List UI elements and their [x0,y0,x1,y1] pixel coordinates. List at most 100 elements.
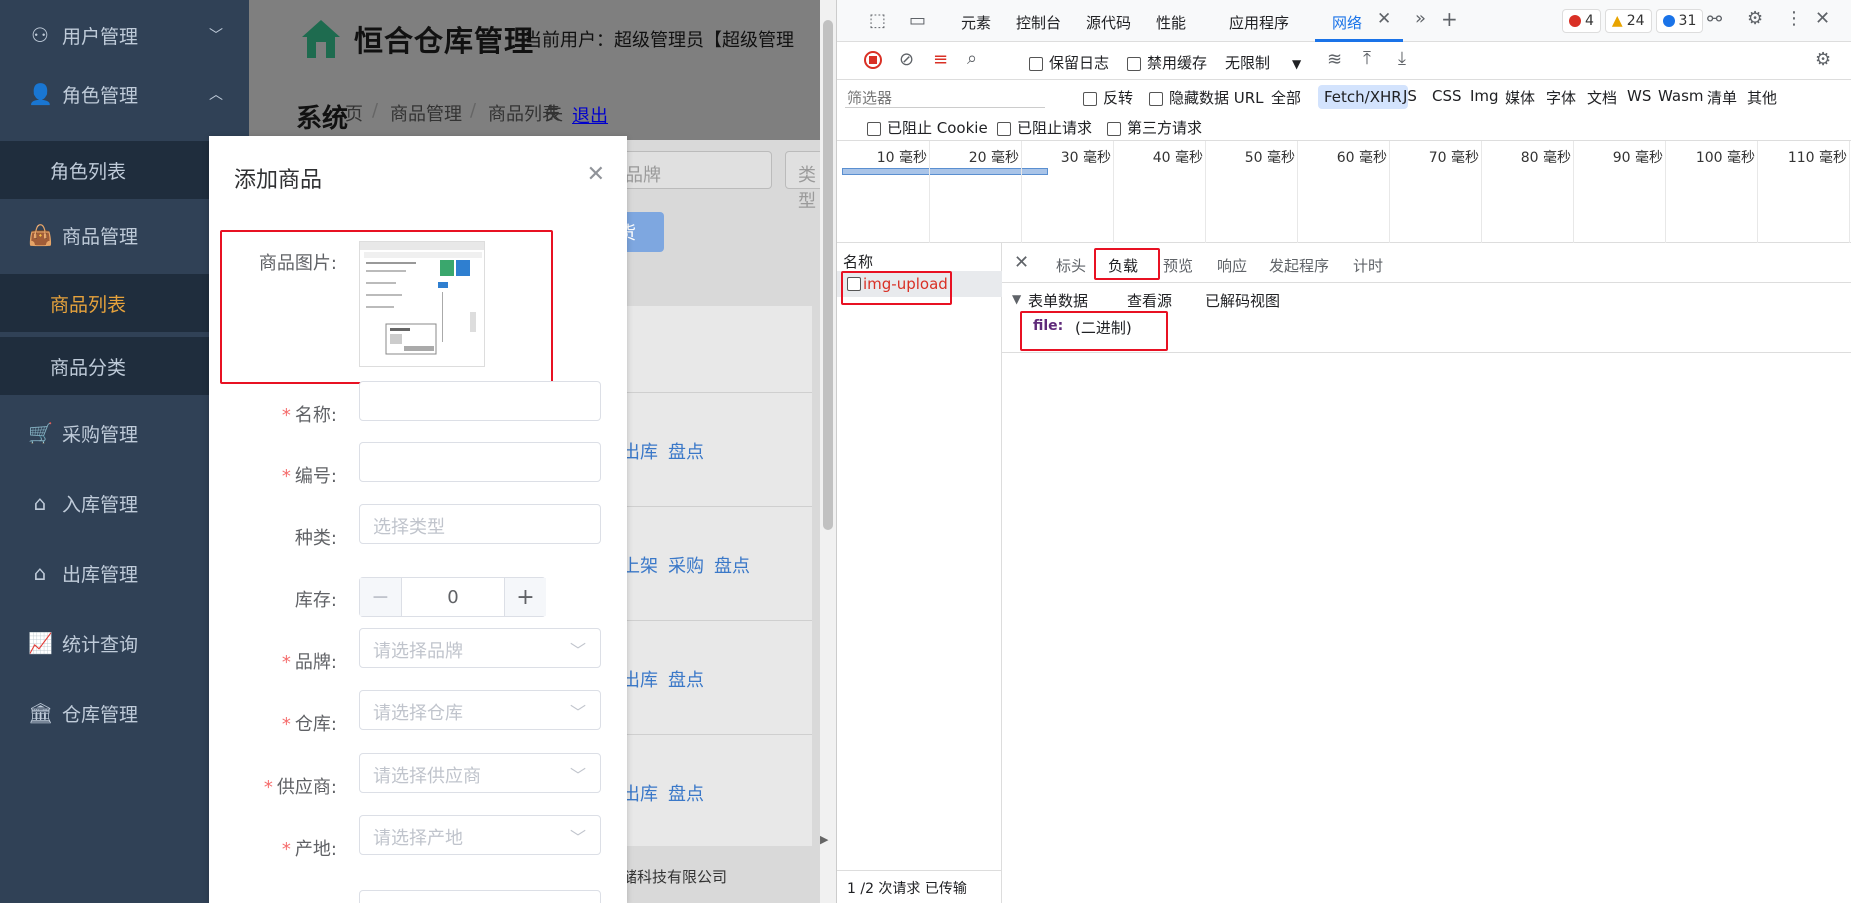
warning-badge[interactable]: ▲ 24 [1604,9,1652,33]
filter-input[interactable]: 筛选器 [845,84,1045,108]
warehouse-select[interactable]: 请选择仓库 ﹀ [359,690,601,730]
op-purchase-link[interactable]: 采购 [668,556,704,577]
close-devtools-icon[interactable]: ✕ [1815,8,1830,29]
type-fetch-xhr[interactable]: Fetch/XHR [1318,85,1408,109]
record-stop-icon[interactable] [864,51,882,69]
third-party-option[interactable]: 第三方请求 [1107,117,1202,138]
checkbox[interactable] [1149,91,1163,106]
decrease-button[interactable]: − [360,578,402,616]
sidebar-item-user-manage[interactable]: ⚇ 用户管理 ﹀ [0,6,249,64]
export-har-icon[interactable]: ⤓ [1398,48,1406,69]
issue-badges[interactable]: 4 ▲ 24 31 [1562,9,1704,33]
page-scrollbar[interactable] [820,0,836,903]
tab-response[interactable]: 响应 [1217,255,1247,276]
brand-select[interactable]: 请选择品牌 ﹀ [359,628,601,668]
collapse-triangle-icon[interactable]: ▼ [1012,292,1021,306]
type-font[interactable]: 字体 [1546,87,1576,108]
op-inventory-link[interactable]: 盘点 [668,784,704,805]
view-source-link[interactable]: 查看源 [1127,290,1172,311]
tab-console[interactable]: 控制台 [1016,12,1061,33]
checkbox[interactable] [997,121,1011,136]
scroll-right-arrow-icon[interactable]: ▶ [820,833,828,846]
name-column-header[interactable]: 名称 [843,251,873,272]
breadcrumb-home[interactable]: 页 [345,100,363,126]
import-har-icon[interactable]: ⤒ [1363,48,1371,69]
table-divider [600,620,812,621]
type-all[interactable]: 全部 [1271,87,1301,108]
checkbox[interactable] [1127,56,1141,71]
more-tabs-icon[interactable]: » [1415,8,1426,29]
network-settings-gear-icon[interactable]: ⚙ [1815,49,1831,70]
type-wasm[interactable]: Wasm [1658,87,1704,105]
logout-link[interactable]: 退出 [572,102,608,128]
increase-button[interactable]: + [504,578,546,616]
next-field-partial[interactable] [359,890,601,903]
tab-application[interactable]: 应用程序 [1229,12,1289,33]
stock-value[interactable]: 0 [402,578,504,616]
blocked-request-option[interactable]: 已阻止请求 [997,117,1092,138]
op-inventory-link[interactable]: 盘点 [714,556,750,577]
invert-option[interactable]: 反转 [1083,87,1133,108]
name-input[interactable] [359,381,601,421]
type-doc[interactable]: 文档 [1587,87,1617,108]
disable-cache-option[interactable]: 禁用缓存 [1127,52,1207,73]
sidebar-item-label: 出库管理 [62,563,139,586]
checkbox[interactable] [1029,56,1043,71]
op-shelve-link[interactable]: 上架 [622,556,658,577]
checkbox[interactable] [867,121,881,136]
type-media[interactable]: 媒体 [1505,87,1535,108]
preserve-log-option[interactable]: 保留日志 [1029,52,1109,73]
op-inventory-link[interactable]: 盘点 [668,670,704,691]
network-timeline[interactable]: 10 毫秒 20 毫秒 30 毫秒 40 毫秒 50 毫秒 60 毫秒 70 毫… [837,141,1851,243]
hide-data-url-option[interactable]: 隐藏数据 URL [1149,87,1264,108]
tab-network[interactable]: 网络 [1332,12,1362,33]
type-select[interactable]: 选择类型 [359,504,601,544]
breadcrumb-goods-manage[interactable]: 商品管理 [390,100,462,126]
kebab-menu-icon[interactable]: ⋮ [1785,8,1803,29]
type-other[interactable]: 其他 [1747,87,1777,108]
checkbox[interactable] [1107,121,1121,136]
tab-performance[interactable]: 性能 [1156,12,1186,33]
op-outbound-link[interactable]: 出库 [622,442,658,463]
scrollbar-thumb[interactable] [823,20,833,530]
filter-icon[interactable]: ≡ [933,49,948,70]
search-icon[interactable]: ⌕ [967,48,977,69]
tab-sources[interactable]: 源代码 [1086,12,1131,33]
blocked-cookie-option[interactable]: 已阻止 Cookie [867,117,988,138]
tab-timing[interactable]: 计时 [1353,255,1383,276]
type-ws[interactable]: WS [1627,87,1651,105]
info-badge[interactable]: 31 [1655,9,1704,33]
close-tab-icon[interactable]: ✕ [1377,9,1391,29]
uploaded-image-thumbnail[interactable] [359,241,485,367]
checkbox[interactable] [1083,91,1097,106]
type-manifest[interactable]: 清单 [1707,87,1737,108]
tab-initiator[interactable]: 发起程序 [1269,255,1329,276]
supplier-select[interactable]: 请选择供应商 ﹀ [359,753,601,793]
op-outbound-link[interactable]: 出库 [622,670,658,691]
wifi-settings-icon[interactable]: ≋ [1327,49,1342,70]
tab-preview[interactable]: 预览 [1163,255,1193,276]
origin-select[interactable]: 请选择产地 ﹀ [359,815,601,855]
code-input[interactable] [359,442,601,482]
add-tab-icon[interactable]: + [1441,7,1458,31]
form-data-section[interactable]: 表单数据 [1028,290,1088,311]
type-js[interactable]: JS [1403,87,1417,105]
type-css[interactable]: CSS [1432,87,1462,105]
tab-headers[interactable]: 标头 [1056,255,1086,276]
clear-icon[interactable]: ⊘ [899,49,914,70]
throttle-select[interactable]: 无限制 ▼ [1225,52,1301,73]
filter-brand-input[interactable]: 品牌 [612,151,772,189]
tab-elements[interactable]: 元素 [961,12,991,33]
connect-icon[interactable]: ⚯ [1707,9,1722,30]
op-inventory-link[interactable]: 盘点 [668,442,704,463]
close-icon[interactable]: ✕ [587,162,605,187]
device-toggle-icon[interactable]: ▭ [909,10,926,31]
inspect-icon[interactable]: ⬚ [869,10,886,31]
close-detail-icon[interactable]: ✕ [1014,252,1029,273]
type-img[interactable]: Img [1470,87,1499,105]
op-outbound-link[interactable]: 出库 [622,784,658,805]
error-badge[interactable]: 4 [1562,9,1601,33]
decoded-view-link[interactable]: 已解码视图 [1205,290,1280,311]
gear-icon[interactable]: ⚙ [1747,8,1763,29]
sidebar-item-role-manage[interactable]: 👤 角色管理 ︿ [0,65,249,123]
